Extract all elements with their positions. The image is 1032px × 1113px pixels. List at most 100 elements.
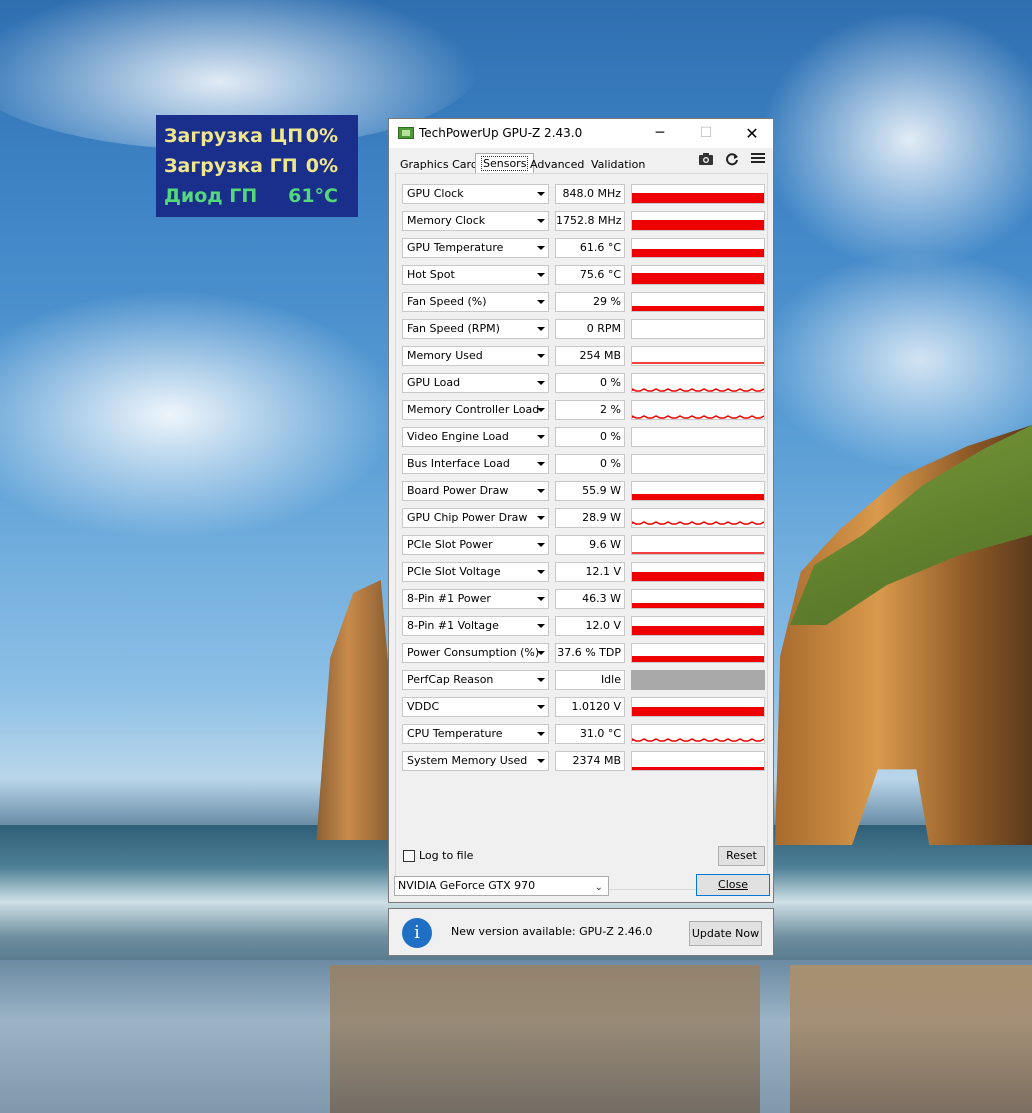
info-icon: i xyxy=(402,918,432,948)
title-bar[interactable]: TechPowerUp GPU-Z 2.43.0 ─ ☐ ✕ xyxy=(389,119,773,148)
sensor-graph xyxy=(631,670,765,690)
sensor-name-dropdown[interactable]: System Memory Used xyxy=(402,751,549,771)
reset-button[interactable]: Reset xyxy=(718,846,765,866)
sensor-value: 1.0120 V xyxy=(555,697,625,717)
sensor-graph-fill xyxy=(632,707,764,716)
close-button[interactable]: Close xyxy=(696,874,770,896)
sensor-name-dropdown[interactable]: GPU Clock xyxy=(402,184,549,204)
chevron-down-icon xyxy=(537,192,545,196)
sensor-graph xyxy=(631,454,765,474)
sensor-row: Memory Clock 1752.8 MHz xyxy=(402,211,768,232)
sensor-graph xyxy=(631,346,765,366)
wallpaper-cloud xyxy=(760,10,1032,270)
sensor-value: 2374 MB xyxy=(555,751,625,771)
chevron-down-icon xyxy=(537,624,545,628)
sensor-row: PCIe Slot Power 9.6 W xyxy=(402,535,768,556)
gpu-select[interactable]: NVIDIA GeForce GTX 970 ⌄ xyxy=(394,876,609,896)
sensor-name: Video Engine Load xyxy=(407,430,509,443)
sensor-row: 8-Pin #1 Voltage 12.0 V xyxy=(402,616,768,637)
tab-label: Graphics Card xyxy=(400,158,478,171)
sensor-name-dropdown[interactable]: Hot Spot xyxy=(402,265,549,285)
sensor-row: Board Power Draw 55.9 W xyxy=(402,481,768,502)
chevron-down-icon xyxy=(537,435,545,439)
sensor-name-dropdown[interactable]: Memory Used xyxy=(402,346,549,366)
sensor-name-dropdown[interactable]: Fan Speed (%) xyxy=(402,292,549,312)
close-window-button[interactable]: ✕ xyxy=(729,119,775,148)
osd-label: Загрузка ЦП xyxy=(164,125,304,147)
sensor-graph xyxy=(631,427,765,447)
sensor-value: 55.9 W xyxy=(555,481,625,501)
update-now-button[interactable]: Update Now xyxy=(689,921,762,946)
sensor-name-dropdown[interactable]: Power Consumption (%) xyxy=(402,643,549,663)
chevron-down-icon xyxy=(537,759,545,763)
camera-icon[interactable] xyxy=(698,152,714,168)
sensor-name: Memory Clock xyxy=(407,214,486,227)
update-message: New version available: GPU-Z 2.46.0 xyxy=(451,925,653,938)
sensor-name-dropdown[interactable]: GPU Temperature xyxy=(402,238,549,258)
wallpaper-reflection xyxy=(330,965,760,1113)
osd-label: Диод ГП xyxy=(164,185,258,207)
sensor-value: 37.6 % TDP xyxy=(555,643,625,663)
sensor-value: 9.6 W xyxy=(555,535,625,555)
sensor-name-dropdown[interactable]: PCIe Slot Power xyxy=(402,535,549,555)
wallpaper-rock xyxy=(316,580,390,840)
sensor-name-dropdown[interactable]: VDDC xyxy=(402,697,549,717)
sensor-value: 28.9 W xyxy=(555,508,625,528)
sensor-graph xyxy=(631,319,765,339)
sensor-value: 75.6 °C xyxy=(555,265,625,285)
sensor-name: 8-Pin #1 Voltage xyxy=(407,619,499,632)
chevron-down-icon xyxy=(537,543,545,547)
sensor-name: Board Power Draw xyxy=(407,484,509,497)
sensor-graph-line xyxy=(632,738,764,742)
sensor-name-dropdown[interactable]: PerfCap Reason xyxy=(402,670,549,690)
menu-icon[interactable] xyxy=(750,152,766,168)
sensor-graph-fill xyxy=(632,273,764,284)
sensor-name-dropdown[interactable]: 8-Pin #1 Power xyxy=(402,589,549,609)
wallpaper-reflection xyxy=(790,965,1032,1113)
sensor-name-dropdown[interactable]: CPU Temperature xyxy=(402,724,549,744)
sensor-graph-path xyxy=(632,738,764,742)
sensor-graph xyxy=(631,373,765,393)
sensor-name-dropdown[interactable]: PCIe Slot Voltage xyxy=(402,562,549,582)
sensor-graph xyxy=(631,643,765,663)
refresh-icon[interactable] xyxy=(724,152,740,168)
tab-graphics-card[interactable]: Graphics Card xyxy=(395,155,483,174)
sensor-name-dropdown[interactable]: Video Engine Load xyxy=(402,427,549,447)
osd-row-gpu-load: Загрузка ГП 0% xyxy=(164,151,358,181)
sensor-graph xyxy=(631,535,765,555)
sensor-name: GPU Load xyxy=(407,376,461,389)
sensor-name-dropdown[interactable]: Memory Controller Load xyxy=(402,400,549,420)
sensor-graph-fill xyxy=(632,626,764,635)
tab-label: Validation xyxy=(591,158,646,171)
sensor-row: GPU Load 0 % xyxy=(402,373,768,394)
sensor-name-dropdown[interactable]: Fan Speed (RPM) xyxy=(402,319,549,339)
sensor-name-dropdown[interactable]: Memory Clock xyxy=(402,211,549,231)
sensor-value: 848.0 MHz xyxy=(555,184,625,204)
sensor-graph xyxy=(631,562,765,582)
minimize-button[interactable]: ─ xyxy=(637,119,683,148)
sensor-graph-fill xyxy=(632,306,764,311)
sensor-graph-path xyxy=(632,415,764,419)
gpuz-window: TechPowerUp GPU-Z 2.43.0 ─ ☐ ✕ Graphics … xyxy=(388,118,774,903)
close-button-label: Close xyxy=(718,878,748,891)
sensor-row: CPU Temperature 31.0 °C xyxy=(402,724,768,745)
sensor-name-dropdown[interactable]: Bus Interface Load xyxy=(402,454,549,474)
sensor-row: Hot Spot 75.6 °C xyxy=(402,265,768,286)
sensor-graph xyxy=(631,292,765,312)
sensor-graph-fill xyxy=(632,494,764,500)
sensor-name: PerfCap Reason xyxy=(407,673,494,686)
sensor-row: PerfCap Reason Idle xyxy=(402,670,768,691)
sensor-value: Idle xyxy=(555,670,625,690)
maximize-button[interactable]: ☐ xyxy=(683,119,729,148)
sensor-name-dropdown[interactable]: 8-Pin #1 Voltage xyxy=(402,616,549,636)
sensor-value: 31.0 °C xyxy=(555,724,625,744)
sensor-name-dropdown[interactable]: GPU Chip Power Draw xyxy=(402,508,549,528)
osd-label: Загрузка ГП xyxy=(164,155,298,177)
sensor-name-dropdown[interactable]: Board Power Draw xyxy=(402,481,549,501)
sensor-name-dropdown[interactable]: GPU Load xyxy=(402,373,549,393)
log-to-file-checkbox[interactable] xyxy=(403,850,415,862)
tab-advanced[interactable]: Advanced xyxy=(525,155,589,174)
sensor-graph xyxy=(631,616,765,636)
tab-validation[interactable]: Validation xyxy=(586,155,650,174)
sensor-graph-fill xyxy=(632,249,764,257)
